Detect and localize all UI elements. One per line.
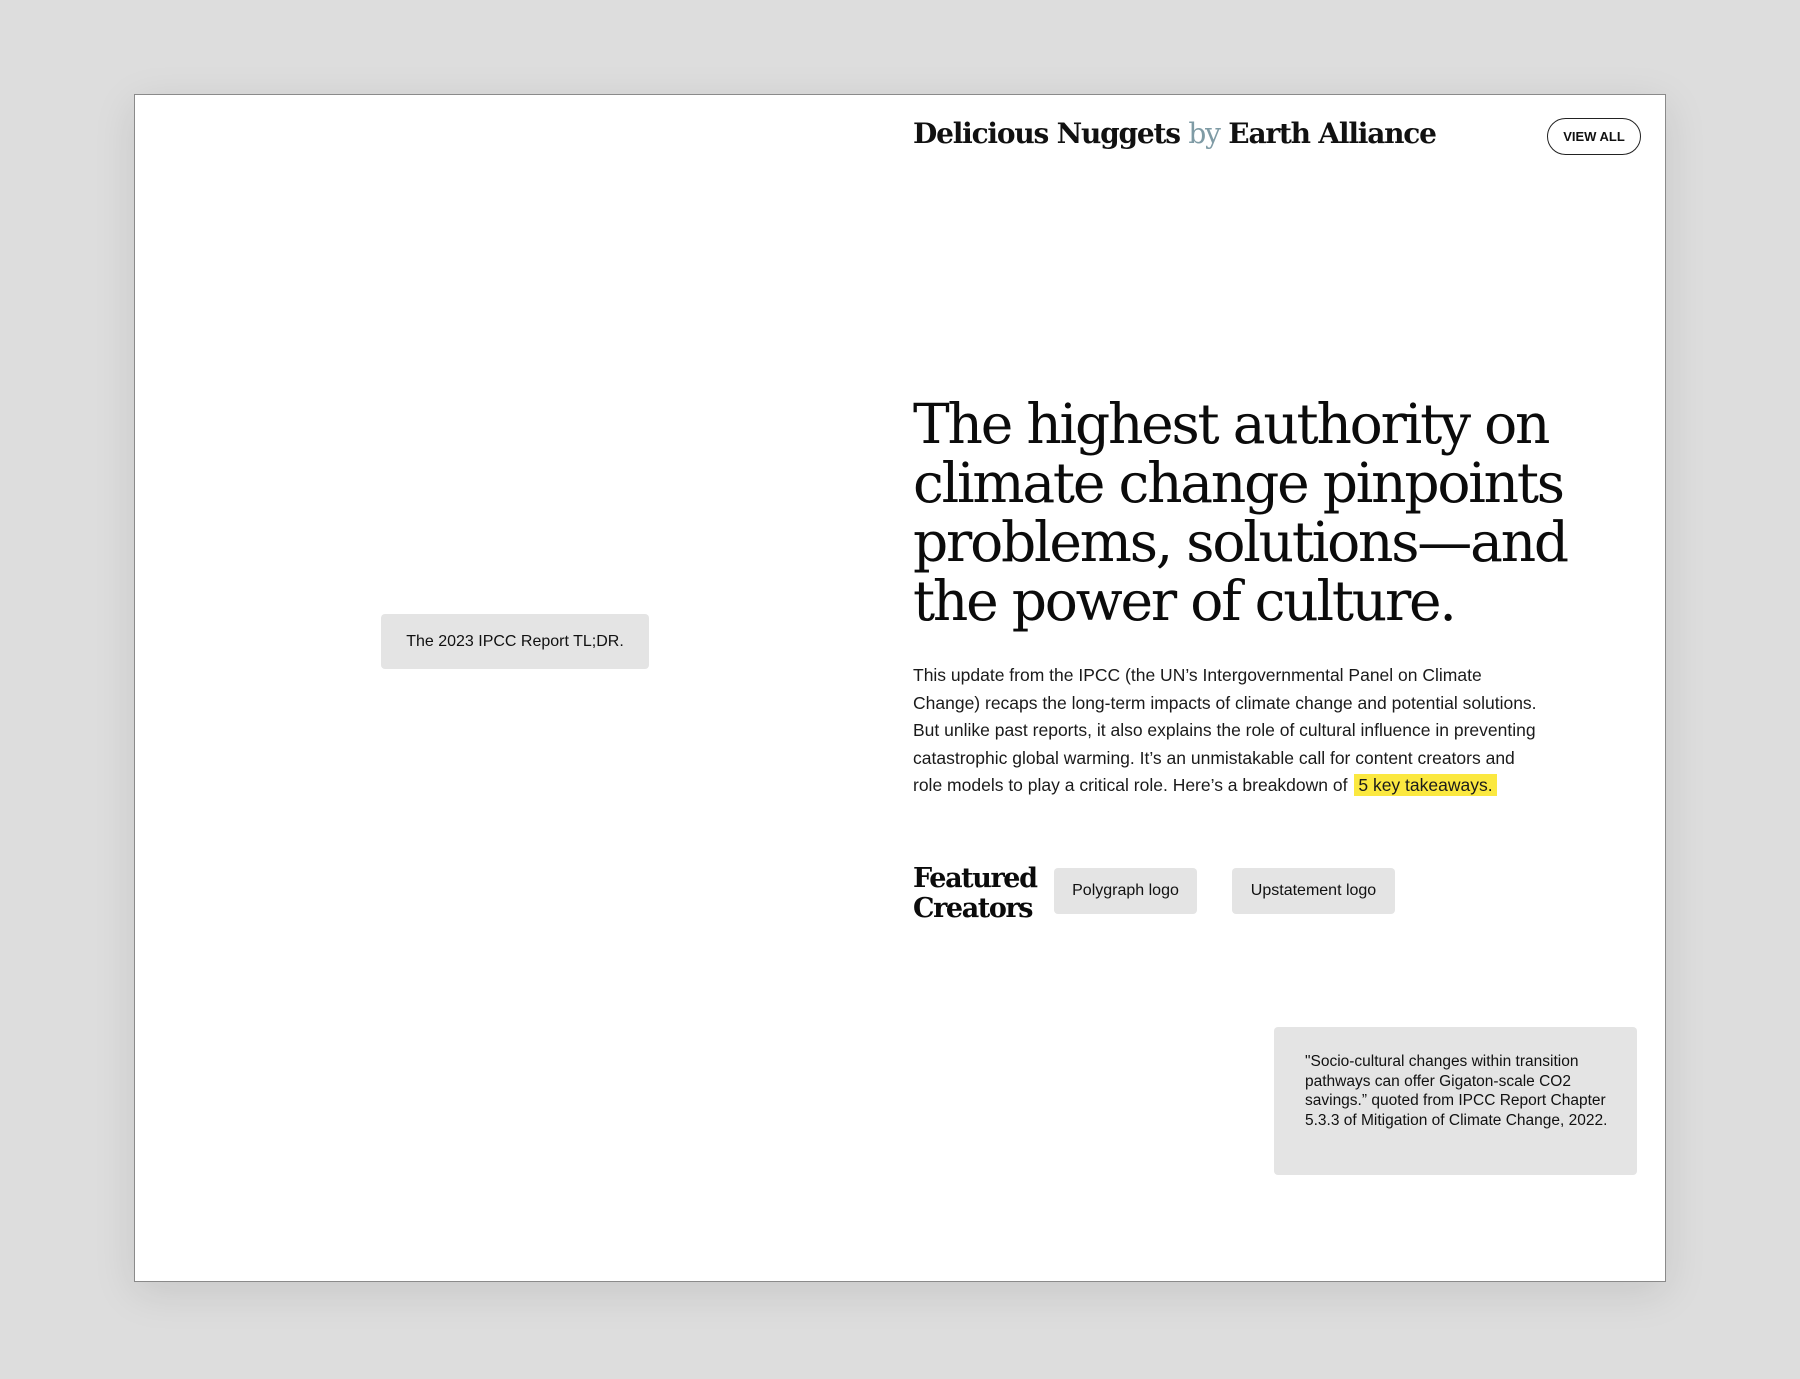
featured-title-line2: Creators	[913, 893, 1033, 924]
featured-title-line1: Featured	[913, 863, 1038, 894]
view-all-button[interactable]: VIEW ALL	[1547, 118, 1641, 155]
featured-creators-heading: Featured Creators	[913, 863, 1038, 924]
polygraph-logo[interactable]: Polygraph logo	[1054, 868, 1197, 914]
article-headline: The highest authority on climate change …	[913, 392, 1569, 633]
article-card: Delicious Nuggets by Earth Alliance VIEW…	[134, 94, 1666, 1282]
polygraph-logo-label: Polygraph logo	[1072, 882, 1179, 899]
tldr-image-label: The 2023 IPCC Report TL;DR.	[406, 632, 624, 650]
upstatement-logo-label: Upstatement logo	[1250, 882, 1377, 899]
brand-by: by	[1188, 117, 1221, 150]
brand-name: Delicious Nuggets	[913, 117, 1181, 150]
article-body: This update from the IPCC (the UN’s Inte…	[913, 662, 1541, 800]
brand-org: Earth Alliance	[1228, 117, 1437, 150]
tldr-image-placeholder: The 2023 IPCC Report TL;DR.	[381, 614, 649, 669]
pull-quote: "Socio-cultural changes within transitio…	[1274, 1027, 1637, 1175]
takeaways-link[interactable]: 5 key takeaways.	[1354, 774, 1497, 797]
upstatement-logo[interactable]: Upstatement logo	[1232, 868, 1395, 914]
brand-logo[interactable]: Delicious Nuggets by Earth Alliance	[913, 117, 1437, 151]
pull-quote-text: "Socio-cultural changes within transitio…	[1305, 1053, 1608, 1129]
